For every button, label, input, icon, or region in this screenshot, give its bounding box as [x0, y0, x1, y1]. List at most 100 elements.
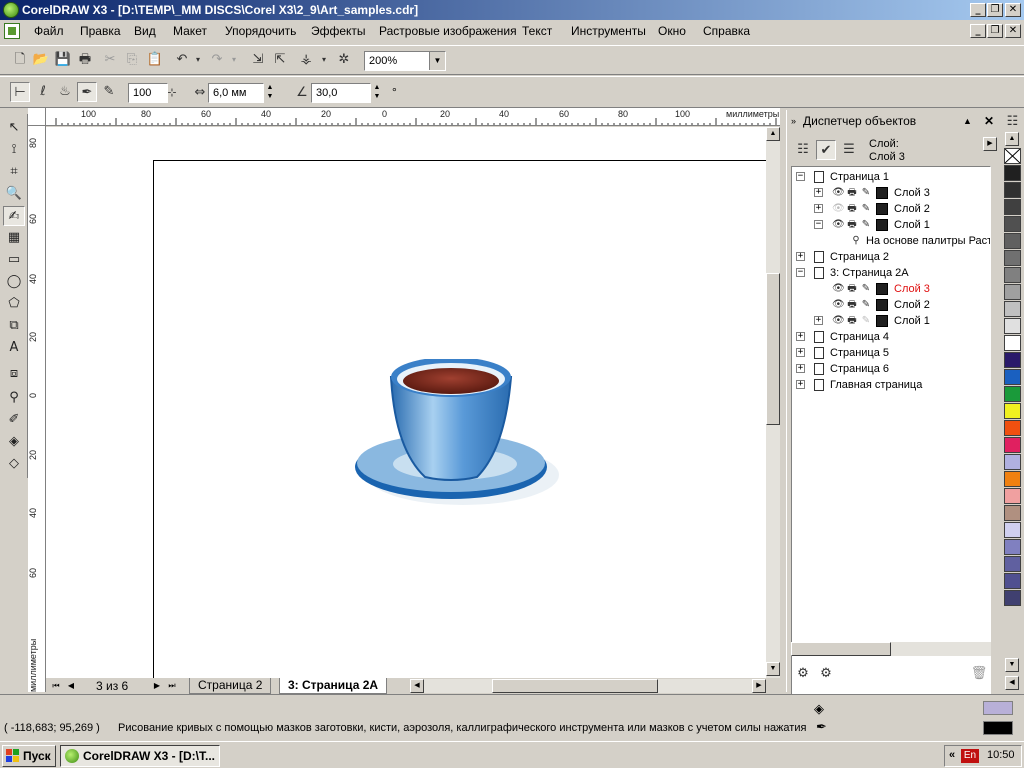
document-icon[interactable]: [4, 23, 20, 39]
prev-page-icon[interactable]: ◀: [65, 679, 77, 693]
palette-color-swatch[interactable]: [1004, 454, 1021, 470]
menu-edit[interactable]: Правка: [80, 24, 121, 38]
stroke-width-input[interactable]: 6,0 мм: [208, 83, 264, 103]
docker-flyout-icon[interactable]: ▶: [983, 137, 997, 151]
palette-color-swatch[interactable]: [1004, 267, 1021, 283]
palette-docker-icon[interactable]: ☷: [1003, 112, 1022, 132]
layer-color-swatch[interactable]: [876, 283, 888, 295]
palette-color-swatch[interactable]: [1004, 369, 1021, 385]
palette-color-swatch[interactable]: [1004, 216, 1021, 232]
fill-color-swatch[interactable]: [983, 701, 1013, 715]
print-icon[interactable]: 🖶: [75, 50, 95, 70]
pencil-locked-icon[interactable]: ✎: [860, 315, 872, 327]
palette-color-swatch[interactable]: [1004, 301, 1021, 317]
last-page-icon[interactable]: ⏭: [166, 679, 178, 693]
eye-hidden-icon[interactable]: 👁: [832, 203, 845, 215]
menu-window[interactable]: Окно: [658, 24, 686, 38]
save-icon[interactable]: 💾: [53, 50, 73, 70]
expand-icon[interactable]: +: [814, 188, 823, 197]
outline-color-swatch[interactable]: [983, 721, 1013, 735]
menu-effects[interactable]: Эффекты: [311, 24, 366, 38]
palette-color-swatch[interactable]: [1004, 556, 1021, 572]
palette-color-swatch[interactable]: [1004, 250, 1021, 266]
palette-expand-button[interactable]: ◀: [1005, 676, 1019, 690]
expand-icon[interactable]: +: [796, 348, 805, 357]
expand-icon[interactable]: +: [796, 364, 805, 373]
open-icon[interactable]: 📂: [31, 50, 51, 70]
collapse-icon[interactable]: −: [796, 268, 805, 277]
smart-fill-tool-icon[interactable]: ▦: [3, 228, 25, 248]
import-icon[interactable]: ⇲: [248, 50, 268, 70]
pick-tool-icon[interactable]: ↖: [3, 118, 25, 138]
redo-dropdown-icon[interactable]: ▾: [224, 50, 244, 70]
ellipse-tool-icon[interactable]: ◯: [3, 272, 25, 292]
pencil-icon[interactable]: ✎: [860, 187, 872, 199]
palette-color-swatch[interactable]: [1004, 165, 1021, 181]
cut-icon[interactable]: ✂: [100, 50, 120, 70]
eyedropper-tool-icon[interactable]: ⚲: [3, 388, 25, 408]
tree-horizontal-scrollbar[interactable]: [791, 642, 991, 656]
palette-color-swatch[interactable]: [1004, 352, 1021, 368]
zoom-tool-icon[interactable]: 🔍: [3, 184, 25, 204]
menu-file[interactable]: Файл: [34, 24, 64, 38]
expand-icon[interactable]: +: [796, 380, 805, 389]
no-color-swatch[interactable]: [1004, 148, 1021, 164]
zoom-level-select[interactable]: 200% ▼: [364, 51, 446, 71]
palette-color-swatch[interactable]: [1004, 335, 1021, 351]
pencil-icon[interactable]: ✎: [860, 219, 872, 231]
menu-help[interactable]: Справка: [703, 24, 750, 38]
text-tool-icon[interactable]: A: [3, 338, 25, 358]
new-master-layer-icon[interactable]: ⚙: [816, 664, 836, 684]
taskbar-coreldraw-button[interactable]: CorelDRAW X3 - [D:\T...: [60, 745, 220, 767]
menu-arrange[interactable]: Упорядочить: [225, 24, 296, 38]
layer-color-swatch[interactable]: [876, 203, 888, 215]
tree-item-layer[interactable]: + 👁 🖶 ✎ Слой 3: [792, 185, 990, 201]
horizontal-ruler[interactable]: 100 80 60 40 20 0 20 40 60 80 100 миллим…: [46, 108, 780, 126]
printer-icon[interactable]: 🖶: [846, 315, 858, 327]
docker-rollup-icon[interactable]: ▲: [963, 110, 972, 132]
palette-color-swatch[interactable]: [1004, 505, 1021, 521]
tab-page-2[interactable]: Страница 2: [189, 678, 272, 694]
palette-color-swatch[interactable]: [1004, 199, 1021, 215]
tree-item-object[interactable]: ⚲ На основе палитры Растр: [792, 233, 990, 249]
menu-bitmaps[interactable]: Растровые изображения: [379, 24, 517, 38]
menu-tools[interactable]: Инструменты: [571, 24, 646, 38]
printer-icon[interactable]: 🖶: [846, 187, 858, 199]
new-document-icon[interactable]: 🗋: [10, 50, 30, 70]
palette-color-swatch[interactable]: [1004, 284, 1021, 300]
layer-color-swatch[interactable]: [876, 315, 888, 327]
nib-angle-spinner[interactable]: ▲ ▼: [371, 83, 383, 103]
export-icon[interactable]: ⇱: [270, 50, 290, 70]
palette-color-swatch[interactable]: [1004, 182, 1021, 198]
palette-color-swatch[interactable]: [1004, 420, 1021, 436]
pencil-icon[interactable]: ✎: [860, 283, 872, 295]
eye-icon[interactable]: 👁: [832, 315, 845, 327]
layer-color-swatch[interactable]: [876, 299, 888, 311]
docker-collapse-icon[interactable]: »: [791, 110, 796, 132]
interactive-fill-tool-icon[interactable]: ◇: [3, 454, 25, 474]
coreldraw-app-icon[interactable]: [3, 2, 19, 18]
next-page-icon[interactable]: ▶: [151, 679, 163, 693]
tree-item-page[interactable]: + Страница 2: [792, 249, 990, 265]
doc-close-button[interactable]: ✕: [1005, 24, 1021, 38]
rectangle-tool-icon[interactable]: ▭: [3, 250, 25, 270]
sprayer-icon[interactable]: ♨: [55, 82, 75, 102]
tray-expand-icon[interactable]: «: [949, 749, 955, 761]
stroke-width-spinner[interactable]: ▲ ▼: [264, 83, 276, 103]
coffee-cup-illustration[interactable]: [351, 359, 561, 529]
palette-color-swatch[interactable]: [1004, 318, 1021, 334]
artistic-media-tool-icon[interactable]: ✍: [3, 206, 25, 226]
palette-color-swatch[interactable]: [1004, 590, 1021, 606]
tab-page-2a[interactable]: 3: Страница 2A: [279, 678, 388, 694]
ruler-origin[interactable]: [28, 108, 46, 126]
scroll-up-button[interactable]: ▲: [766, 127, 780, 141]
palette-color-swatch[interactable]: [1004, 573, 1021, 589]
application-launcher-icon[interactable]: ⚶: [296, 50, 316, 70]
eye-icon[interactable]: 👁: [832, 187, 845, 199]
palette-color-swatch[interactable]: [1004, 522, 1021, 538]
expand-icon[interactable]: +: [796, 332, 805, 341]
minimize-button[interactable]: _: [970, 3, 986, 17]
docker-close-icon[interactable]: ✕: [984, 110, 994, 132]
eye-icon[interactable]: 👁: [832, 299, 845, 311]
basic-shapes-tool-icon[interactable]: ⧉: [3, 316, 25, 336]
